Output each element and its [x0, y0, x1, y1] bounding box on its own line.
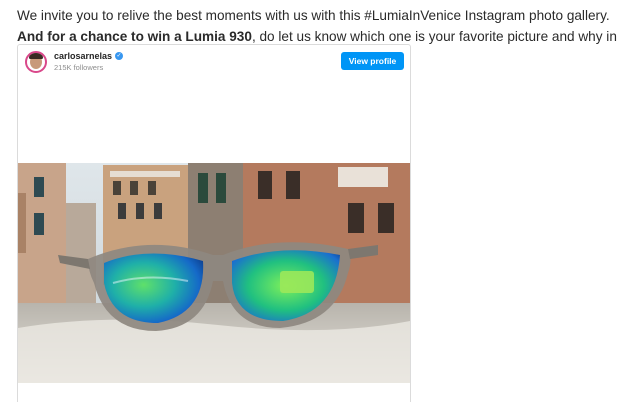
username-row[interactable]: carlosarnelas ✓ — [54, 51, 124, 61]
sunglasses-venice-photo — [18, 163, 410, 383]
avatar-hair — [29, 53, 43, 59]
intro-contest-text: And for a chance to win a Lumia 930 — [17, 29, 252, 44]
post-photo[interactable] — [18, 163, 410, 383]
verified-icon: ✓ — [115, 52, 124, 60]
instagram-embed: carlosarnelas ✓ 215K followers View prof… — [17, 44, 411, 402]
view-profile-button[interactable]: View profile — [341, 52, 404, 70]
username[interactable]: carlosarnelas — [54, 51, 112, 61]
avatar[interactable] — [25, 51, 47, 73]
follower-count: 215K followers — [54, 63, 104, 72]
embed-header: carlosarnelas ✓ 215K followers View prof… — [18, 45, 410, 81]
photo-area[interactable] — [18, 81, 410, 383]
intro-text-1: We invite you to relive the best moments… — [17, 8, 610, 23]
